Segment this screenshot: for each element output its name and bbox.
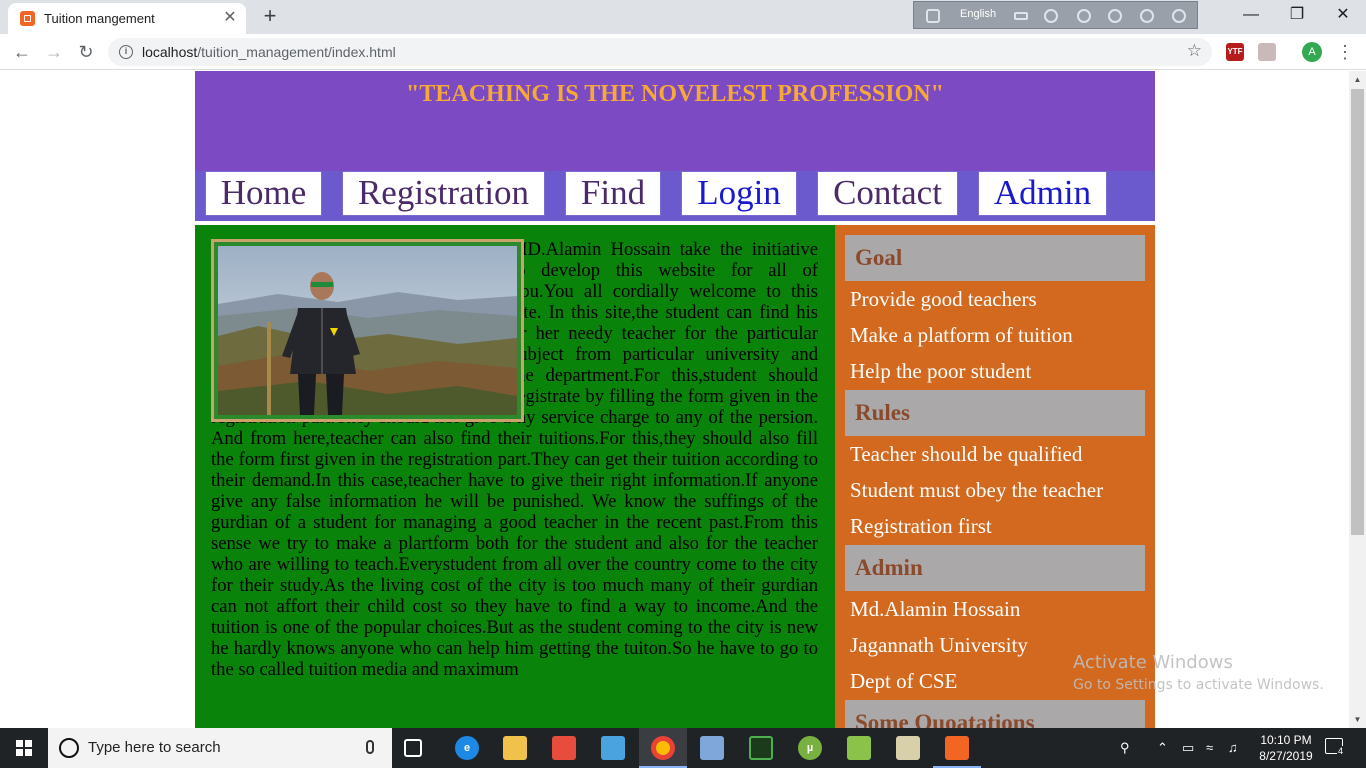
quotations-heading: Some Quoatations	[845, 700, 1145, 728]
scrollbar-thumb[interactable]	[1351, 89, 1364, 535]
settings-gear-icon[interactable]	[1077, 9, 1091, 23]
about-article: MD.Alamin Hossain take the initiative to…	[211, 239, 818, 680]
goal-item: Make a platform of tuition	[850, 323, 1073, 347]
mountain-portrait-image	[218, 246, 517, 415]
clock-date: 8/27/2019	[1259, 749, 1313, 763]
xampp-favicon-icon	[20, 11, 35, 26]
watermark-subtitle: Go to Settings to activate Windows.	[1073, 677, 1324, 693]
url-path: /tuition_management/index.html	[197, 44, 396, 60]
edge-icon[interactable]	[1108, 9, 1122, 23]
battery-icon[interactable]: ▭	[1182, 740, 1194, 756]
scroll-down-arrow-icon[interactable]: ▼	[1349, 711, 1366, 728]
minimize-window-icon[interactable]: —	[1228, 0, 1274, 30]
store-icon[interactable]	[552, 736, 576, 760]
taskbar-clock[interactable]: 10:10 PM 8/27/2019	[1251, 732, 1321, 764]
search-placeholder: Type here to search	[88, 739, 221, 756]
people-icon[interactable]: ⚲	[1120, 740, 1130, 756]
watermark-title: Activate Windows	[1073, 652, 1233, 673]
sublime-text-icon[interactable]	[896, 736, 920, 760]
url-text[interactable]: localhost/tuition_management/index.html	[142, 44, 396, 60]
help-icon[interactable]	[1140, 9, 1154, 23]
taskbar-search[interactable]: Type here to search	[48, 728, 392, 768]
site-info-icon[interactable]: i	[119, 45, 133, 59]
start-button[interactable]	[0, 728, 48, 768]
nav-home-link[interactable]: Home	[205, 171, 322, 216]
goal-item: Provide good teachers	[850, 287, 1037, 311]
address-bar[interactable]: i localhost/tuition_management/index.htm…	[108, 38, 1212, 66]
edge-browser-icon[interactable]: e	[455, 736, 479, 760]
admin-item: Jagannath University	[850, 633, 1028, 657]
back-arrow-icon[interactable]: ←	[10, 40, 34, 64]
nav-login-link[interactable]: Login	[681, 171, 797, 216]
volume-icon[interactable]: ♫	[1228, 740, 1238, 755]
admin-item: Dept of CSE	[850, 669, 958, 693]
ytf-extension-icon[interactable]: YTF	[1226, 43, 1244, 61]
activate-windows-watermark: Activate Windows Go to Settings to activ…	[1073, 652, 1324, 693]
site-header: "TEACHING IS THE NOVELEST PROFESSION"	[195, 71, 1155, 171]
goal-item: Help the poor student	[850, 359, 1032, 383]
admin-item: Md.Alamin Hossain	[850, 597, 1021, 621]
photo-float	[195, 225, 524, 422]
notepad-plus-icon[interactable]	[847, 736, 871, 760]
windows-taskbar: Type here to search e µ ⚲ ⌃ ▭ ≈ ♫ 10:10 …	[0, 728, 1366, 768]
restore-window-icon[interactable]: ❐	[1274, 0, 1320, 30]
close-window-icon[interactable]: ✕	[1320, 0, 1366, 30]
task-view-icon[interactable]	[404, 739, 422, 757]
founder-photo-frame	[211, 239, 524, 422]
browser-tab-strip: Tuition mangement ✕ + English — ❐ ✕	[0, 0, 1366, 34]
control-panel-icon[interactable]	[601, 736, 625, 760]
notification-count: 4	[1337, 746, 1345, 756]
nav-admin-link[interactable]: Admin	[978, 171, 1107, 216]
language-label[interactable]: English	[960, 8, 996, 20]
clock-time: 10:10 PM	[1260, 733, 1312, 747]
nav-find-link[interactable]: Find	[565, 171, 661, 216]
media-app-icon[interactable]	[749, 736, 773, 760]
language-bar[interactable]: English	[913, 1, 1198, 29]
scroll-up-arrow-icon[interactable]: ▲	[1349, 71, 1366, 88]
xampp-icon[interactable]	[945, 736, 969, 760]
windows-logo-icon	[16, 740, 32, 756]
profile-avatar[interactable]: A	[1302, 42, 1322, 62]
browser-toolbar: ← → ↻ i localhost/tuition_management/ind…	[0, 34, 1366, 70]
wifi-icon[interactable]: ≈	[1206, 740, 1213, 755]
nav-contact-link[interactable]: Contact	[817, 171, 958, 216]
file-explorer-icon[interactable]	[503, 736, 527, 760]
pdf-extension-icon[interactable]	[1258, 43, 1276, 61]
microphone-icon[interactable]	[366, 740, 374, 754]
main-nav: Home Registration Find Login Contact Adm…	[195, 171, 1155, 221]
header-quote: "TEACHING IS THE NOVELEST PROFESSION"	[406, 81, 944, 107]
url-host: localhost	[142, 44, 198, 60]
rules-heading: Rules	[845, 390, 1145, 436]
keyboard-icon[interactable]	[1014, 12, 1028, 20]
browser-menu-icon[interactable]: ⋮	[1336, 42, 1354, 62]
founder-photo	[218, 246, 517, 415]
cortana-icon	[59, 738, 79, 758]
info-icon[interactable]	[1172, 9, 1186, 23]
tab-title: Tuition mangement	[44, 11, 155, 26]
close-tab-icon[interactable]: ✕	[220, 8, 240, 28]
input-method-icon[interactable]	[926, 9, 940, 23]
nav-registration-link[interactable]: Registration	[342, 171, 545, 216]
tuition-site: "TEACHING IS THE NOVELEST PROFESSION" Ho…	[195, 71, 1155, 728]
chrome-icon[interactable]	[651, 736, 675, 760]
rules-item: Teacher should be qualified	[850, 442, 1083, 466]
goal-heading: Goal	[845, 235, 1145, 281]
rules-item: Student must obey the teacher	[850, 478, 1104, 502]
page-viewport: "TEACHING IS THE NOVELEST PROFESSION" Ho…	[0, 71, 1366, 728]
forward-arrow-icon[interactable]: →	[42, 40, 66, 64]
rules-item: Registration first	[850, 514, 992, 538]
reload-icon[interactable]: ↻	[74, 40, 98, 64]
bookmark-star-icon[interactable]: ☆	[1187, 41, 1202, 61]
chess-icon[interactable]	[1044, 9, 1058, 23]
virtualbox-icon[interactable]	[700, 736, 724, 760]
new-tab-button[interactable]: +	[258, 4, 282, 28]
utorrent-icon[interactable]: µ	[798, 736, 822, 760]
admin-heading: Admin	[845, 545, 1145, 591]
main-content: MD.Alamin Hossain take the initiative to…	[195, 225, 835, 728]
tray-expand-icon[interactable]: ⌃	[1157, 740, 1168, 756]
browser-tab[interactable]: Tuition mangement ✕	[8, 3, 246, 34]
vertical-scrollbar[interactable]: ▲ ▼	[1349, 71, 1366, 728]
